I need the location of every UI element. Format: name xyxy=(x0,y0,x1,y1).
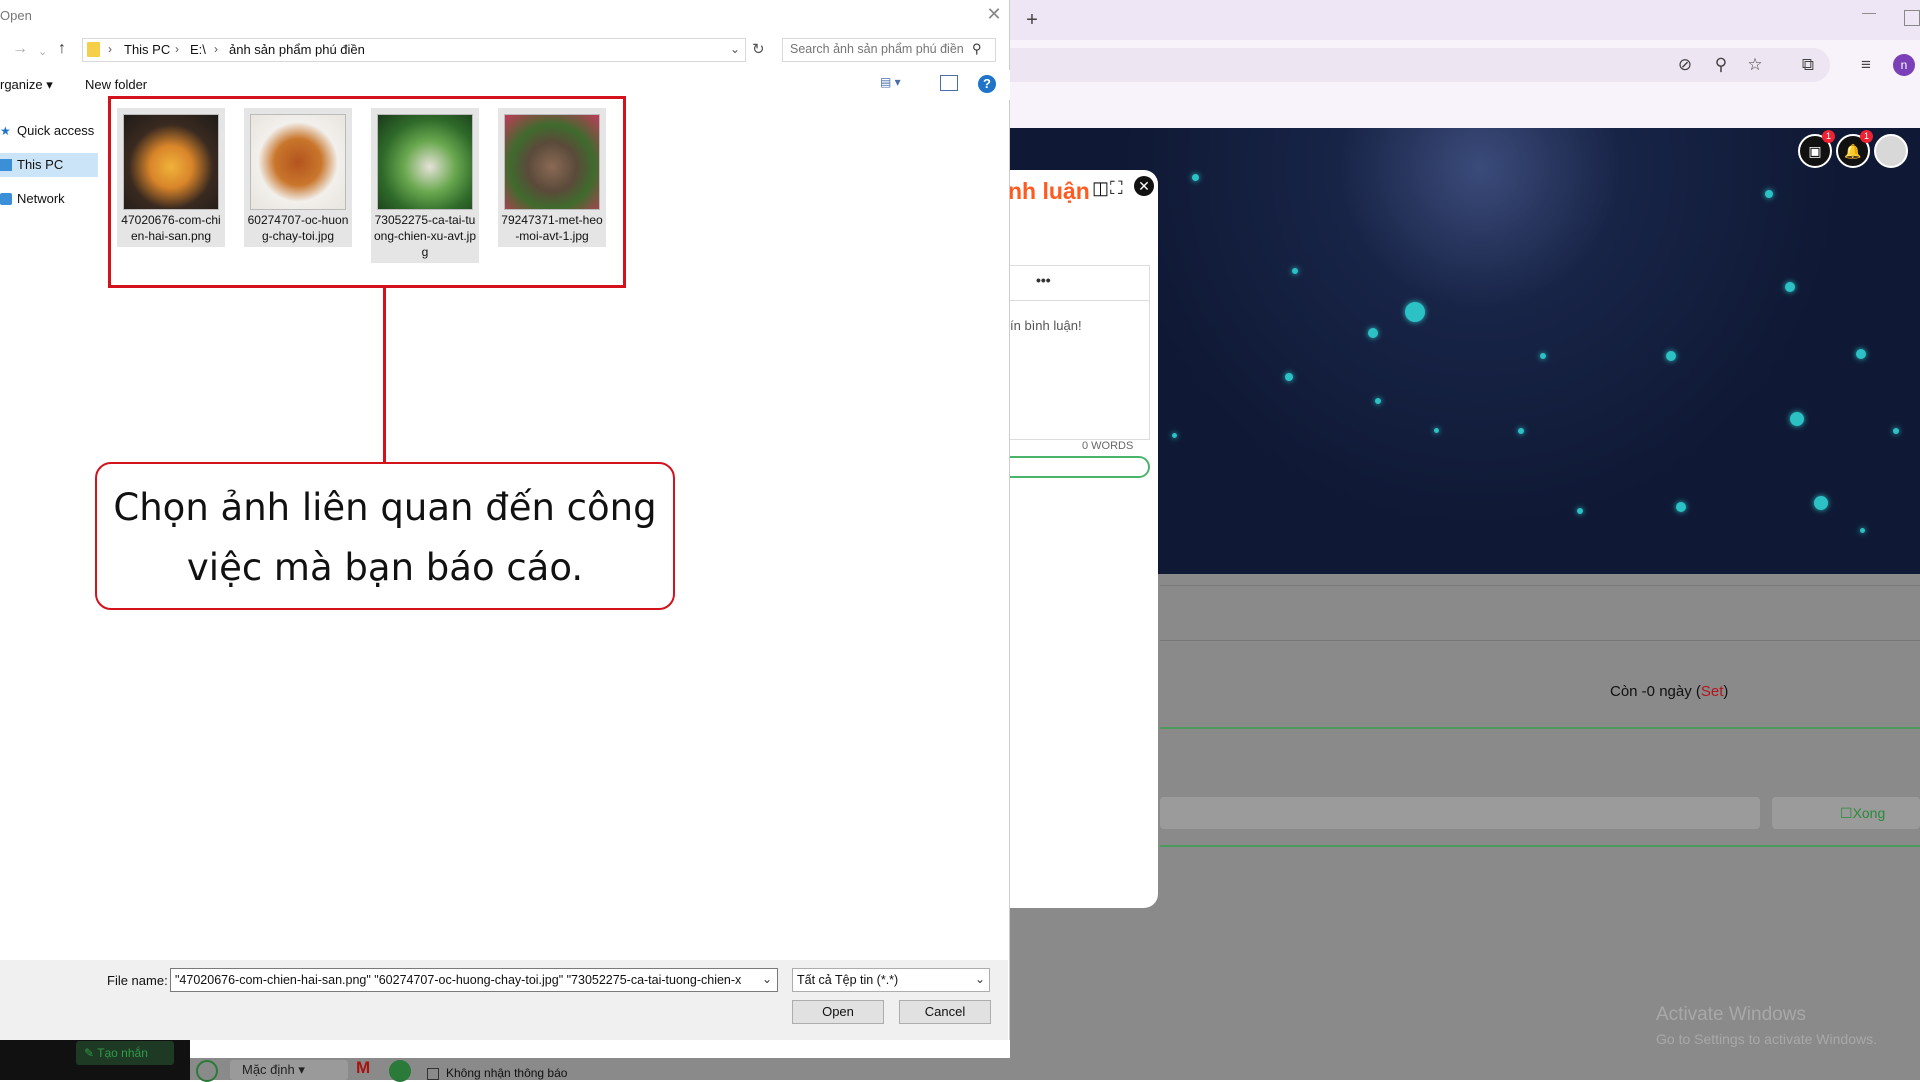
breadcrumb-drive[interactable]: E:\ xyxy=(190,42,206,57)
preview-pane-icon[interactable] xyxy=(940,75,958,91)
divider xyxy=(1160,727,1920,729)
open-button[interactable]: Open xyxy=(792,1000,884,1024)
divider xyxy=(1160,640,1920,641)
nav-network[interactable]: Network xyxy=(0,187,98,211)
chevron-down-icon[interactable]: ⌄ xyxy=(762,972,772,986)
editor-more-button[interactable]: ••• xyxy=(1036,272,1051,288)
folder-icon xyxy=(87,42,100,57)
zoom-icon[interactable]: ⚲ xyxy=(1710,54,1732,76)
mute-checkbox[interactable] xyxy=(427,1068,439,1080)
activate-windows-subtitle: Go to Settings to activate Windows. xyxy=(1656,1031,1877,1047)
chevron-right-icon: › xyxy=(214,42,218,56)
network-icon xyxy=(0,193,12,205)
comment-modal-title: nh luận xyxy=(1008,178,1090,204)
cancel-button[interactable]: Cancel xyxy=(899,1000,991,1024)
profile-avatar[interactable]: n xyxy=(1893,54,1915,76)
media-icon[interactable]: ≡ xyxy=(1855,54,1877,76)
chevron-down-icon[interactable]: ⌄ xyxy=(730,42,740,56)
activate-windows-title: Activate Windows xyxy=(1656,1004,1806,1025)
breadcrumb-folder[interactable]: ảnh sản phẩm phú điền xyxy=(229,42,365,57)
eye-off-icon[interactable]: ⊘ xyxy=(1674,54,1696,76)
word-count: 0 WORDS xyxy=(1082,440,1134,452)
gmail-icon[interactable]: M xyxy=(356,1058,370,1078)
computer-icon xyxy=(0,159,12,171)
maximize-button[interactable] xyxy=(1904,10,1920,26)
add-icon[interactable] xyxy=(389,1060,411,1082)
comment-submit-button[interactable] xyxy=(1010,456,1150,478)
file-name-input[interactable] xyxy=(170,968,778,992)
organize-button[interactable]: rganize ▾ xyxy=(0,77,53,93)
chevron-right-icon: › xyxy=(108,42,112,56)
search-icon[interactable]: ⚲ xyxy=(972,41,982,57)
divider xyxy=(1160,845,1920,847)
modal-close-icon[interactable]: ✕ xyxy=(1134,176,1154,196)
address-bar[interactable] xyxy=(82,38,746,62)
minimize-button[interactable]: — xyxy=(1858,4,1880,26)
back-arrow-icon[interactable]: → xyxy=(12,40,28,58)
file-name-label: File name: xyxy=(107,973,168,988)
nav-this-pc[interactable]: This PC xyxy=(0,153,98,177)
mute-label: Không nhận thông báo xyxy=(446,1066,568,1080)
new-folder-button[interactable]: New folder xyxy=(85,77,147,92)
address-omnibox[interactable] xyxy=(1010,48,1830,82)
search-input[interactable] xyxy=(790,42,965,56)
star-icon: ★ xyxy=(0,124,11,138)
editor-toolbar xyxy=(1010,265,1150,301)
refresh-icon[interactable] xyxy=(196,1060,218,1082)
modal-resize-icon[interactable]: ◫⛶ xyxy=(1092,178,1124,199)
countdown-text: Còn -0 ngày (Set) xyxy=(1610,683,1729,700)
up-arrow-icon[interactable]: ↑ xyxy=(58,40,66,58)
mode-select[interactable]: Mặc định ▾ xyxy=(230,1060,348,1080)
done-checkbox-button[interactable]: ☐Xong xyxy=(1772,797,1920,829)
breadcrumb-this-pc[interactable]: This PC xyxy=(124,42,170,57)
close-icon[interactable]: ✕ xyxy=(984,4,1004,24)
divider xyxy=(1160,585,1920,586)
view-options-icon[interactable]: ▤ ▾ xyxy=(880,75,914,93)
dialog-title: Open xyxy=(0,8,32,23)
selection-highlight-box xyxy=(108,96,626,288)
store-icon[interactable]: ▣ 1 xyxy=(1798,130,1835,168)
recent-dropdown-icon[interactable]: ⌄ xyxy=(38,45,47,58)
task-input[interactable] xyxy=(1160,797,1760,829)
set-link[interactable]: Set xyxy=(1701,683,1724,700)
chevron-right-icon: › xyxy=(175,42,179,56)
create-message-button[interactable]: ✎ Tạo nhắn xyxy=(76,1041,174,1065)
star-icon[interactable]: ☆ xyxy=(1744,54,1766,76)
browser-tab-bar xyxy=(1010,0,1920,40)
help-icon[interactable]: ? xyxy=(978,75,996,93)
chevron-down-icon[interactable]: ⌄ xyxy=(975,972,985,986)
new-tab-button[interactable]: + xyxy=(1020,8,1044,32)
file-type-select[interactable]: Tất cả Tệp tin (*.*) xyxy=(792,968,990,992)
nav-quick-access[interactable]: ★ Quick access xyxy=(0,119,98,143)
comment-placeholder: ín bình luận! xyxy=(1010,318,1082,333)
user-avatar-icon[interactable] xyxy=(1874,134,1908,168)
refresh-icon[interactable]: ↻ xyxy=(752,40,765,58)
bell-icon[interactable]: 🔔 1 xyxy=(1836,130,1873,168)
extensions-icon[interactable]: ⧉ xyxy=(1797,54,1819,76)
callout-connector xyxy=(383,288,386,464)
instruction-text: Chọn ảnh liên quan đến công việc mà bạn … xyxy=(113,486,657,589)
